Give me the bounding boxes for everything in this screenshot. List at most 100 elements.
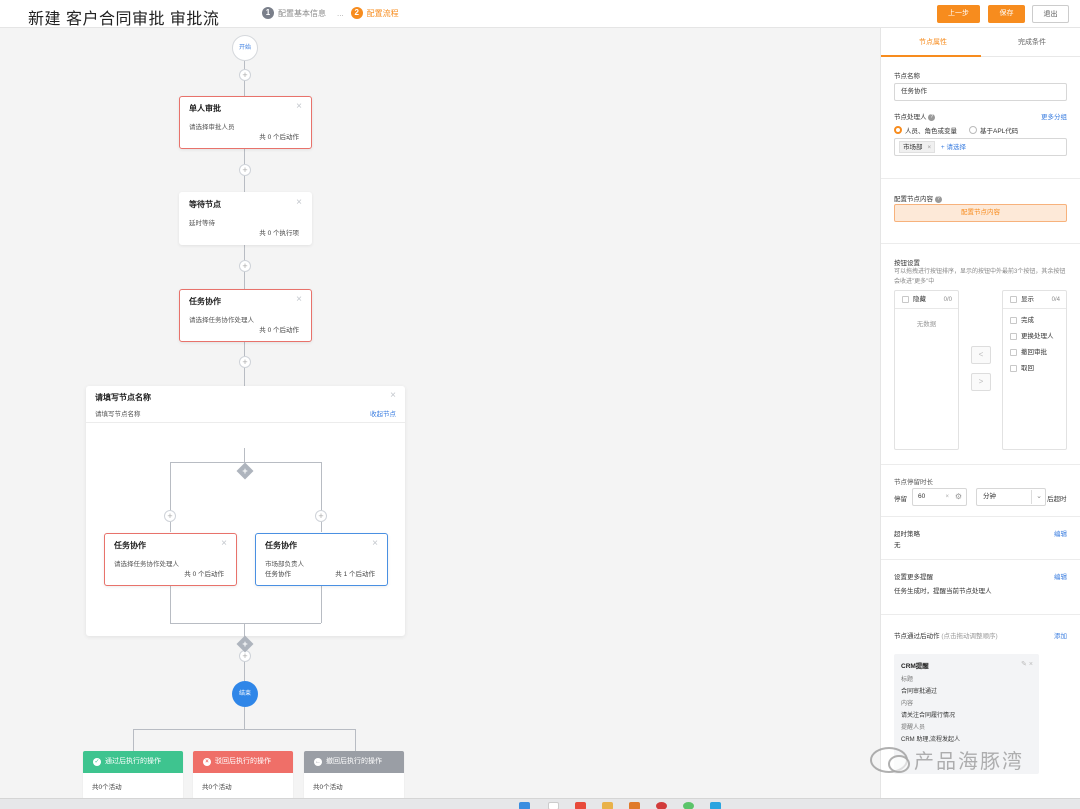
remind-label: 设置更多提醒 — [894, 574, 933, 581]
move-left-button[interactable]: < — [971, 346, 991, 364]
timeout-value: 无 — [894, 542, 901, 549]
wait-node[interactable]: 等待节点 延时等待 共 0 个执行项 × — [179, 192, 312, 245]
node-subtitle: 请选择任务协作处理人 — [114, 561, 179, 568]
checkbox-icon[interactable] — [1010, 364, 1017, 372]
timeout-label: 超时策略 — [894, 531, 920, 538]
checkbox-icon[interactable] — [1010, 348, 1017, 356]
add-node-plus-icon[interactable]: + — [164, 510, 176, 522]
close-icon[interactable]: × — [296, 294, 302, 305]
add-node-plus-icon[interactable]: + — [315, 510, 327, 522]
taskbar-app-icon[interactable] — [629, 802, 640, 809]
add-node-plus-icon[interactable]: + — [239, 69, 251, 81]
after-reject-actions[interactable]: × 驳回后执行的操作 共0个活动 — [193, 751, 293, 799]
folder-icon[interactable] — [602, 802, 613, 809]
edit-remind-link[interactable]: 编辑 — [1054, 571, 1067, 581]
add-node-plus-icon[interactable]: + — [239, 356, 251, 368]
taskbar-app-icon[interactable] — [683, 802, 694, 809]
edit-timeout-link[interactable]: 编辑 — [1054, 528, 1067, 538]
post-action-hint: (点击拖动调整顺序) — [941, 633, 998, 640]
check-icon: ✓ — [93, 758, 101, 766]
taskbar-app-icon[interactable] — [710, 802, 721, 809]
close-icon[interactable]: × — [296, 197, 302, 208]
checkbox-icon[interactable] — [1010, 295, 1017, 303]
collapse-node-link[interactable]: 收起节点 — [370, 408, 396, 418]
node-name-input[interactable]: 任务协作 — [894, 83, 1067, 101]
divider — [881, 464, 1080, 465]
help-icon[interactable]: ? — [928, 113, 936, 121]
clear-icon[interactable]: × — [945, 489, 949, 505]
radio-handler-apl[interactable]: 基于APL代码 — [969, 125, 1018, 135]
tab-node-properties[interactable]: 节点属性 — [919, 37, 947, 47]
post-card-title: CRM提醒 — [901, 663, 929, 670]
tab-completion-conditions[interactable]: 完成条件 — [1018, 37, 1046, 47]
save-button[interactable]: 保存 — [988, 5, 1025, 23]
connector-line — [321, 586, 322, 623]
after-approve-actions[interactable]: ✓ 通过后执行的操作 共0个活动 — [83, 751, 183, 799]
transfer-count: 0/4 — [1051, 297, 1060, 303]
start-node[interactable]: 开始 — [232, 35, 258, 61]
close-icon[interactable]: × — [1029, 661, 1033, 668]
connector-line — [170, 586, 171, 623]
checkbox-icon[interactable] — [1010, 332, 1017, 340]
move-right-button[interactable]: > — [971, 373, 991, 391]
node-action-count: 共 0 个后动作 — [259, 327, 299, 334]
after-withdraw-actions[interactable]: ← 撤回后执行的操作 共0个活动 — [304, 751, 404, 799]
approval-node-single[interactable]: 单人审批 请选择审批人员 共 0 个后动作 × — [179, 96, 312, 149]
transfer-item[interactable]: 完成 — [1003, 313, 1066, 329]
branch-add-plus-icon[interactable]: + — [239, 638, 251, 650]
branch-add-plus-icon[interactable]: + — [239, 465, 251, 477]
close-icon[interactable]: × — [221, 538, 227, 549]
handler-select[interactable]: 市场部 × + 请选择 — [894, 138, 1067, 156]
add-handler-link[interactable]: + 请选择 — [941, 144, 966, 151]
stay-duration-input[interactable]: 60 × ⚙ — [912, 488, 967, 506]
connector-line — [133, 729, 134, 751]
end-node[interactable]: 结束 — [232, 681, 258, 707]
flow-canvas[interactable]: 开始 + + + + + 单人审批 请选择审批人员 共 0 个后动作 × 等待节… — [0, 28, 878, 799]
help-icon[interactable]: ? — [934, 195, 942, 203]
stay-unit-select[interactable]: 分钟 ⌄ — [976, 488, 1046, 506]
content-label: 配置节点内容 — [894, 196, 933, 203]
radio-label: 基于APL代码 — [980, 128, 1019, 135]
add-node-plus-icon[interactable]: + — [239, 164, 251, 176]
transfer-item[interactable]: 更换处理人 — [1003, 329, 1066, 345]
taskbar-app-icon[interactable] — [575, 802, 586, 809]
add-post-action-link[interactable]: 添加 — [1054, 630, 1067, 640]
transfer-item[interactable]: 取回 — [1003, 361, 1066, 377]
exit-button[interactable]: 退出 — [1032, 5, 1069, 23]
close-icon[interactable]: × — [296, 101, 302, 112]
handler-tag-label: 市场部 — [903, 144, 923, 151]
close-icon[interactable]: × — [372, 538, 378, 549]
branch-subtitle: 请填写节点名称 — [95, 411, 141, 418]
more-groups-link[interactable]: 更多分组 — [1041, 111, 1067, 121]
node-title: 等待节点 — [189, 200, 221, 209]
gear-icon[interactable]: ⚙ — [955, 489, 962, 505]
step-2-label[interactable]: 配置流程 — [367, 8, 399, 19]
branch-left-task-node[interactable]: 任务协作 请选择任务协作处理人 共 0 个后动作 × — [104, 533, 237, 586]
step-1-label[interactable]: 配置基本信息 — [278, 8, 326, 19]
taskbar-app-icon[interactable] — [656, 802, 667, 809]
divider — [86, 422, 405, 423]
windows-start-icon[interactable] — [519, 802, 530, 809]
transfer-header: 显示 0/4 — [1003, 291, 1066, 309]
config-node-content-button[interactable]: 配置节点内容 — [894, 204, 1067, 222]
checkbox-icon[interactable] — [1010, 316, 1017, 324]
close-icon[interactable]: × — [390, 390, 396, 401]
shown-buttons-list[interactable]: 显示 0/4 完成 更换处理人 撤回审批 取回 — [1002, 290, 1067, 450]
radio-handler-person[interactable]: 人员、角色或变量 — [894, 125, 957, 135]
transfer-item[interactable]: 撤回审批 — [1003, 345, 1066, 361]
node-action-count: 共 0 个执行项 — [259, 230, 299, 237]
prev-step-button[interactable]: 上一步 — [937, 5, 980, 23]
node-properties-panel: 节点属性 完成条件 节点名称 任务协作 节点处理人 ? 更多分组 人员、角色或变… — [880, 28, 1080, 798]
stay-value: 60 — [918, 493, 926, 500]
checkbox-icon[interactable] — [902, 295, 909, 303]
add-node-plus-icon[interactable]: + — [239, 260, 251, 272]
parallel-branch-node[interactable]: 请填写节点名称 请填写节点名称 收起节点 × + + + 任务协作 请选择任务协… — [86, 386, 405, 653]
stay-duration-label: 节点停留时长 — [894, 479, 933, 486]
task-collab-node[interactable]: 任务协作 请选择任务协作处理人 共 0 个后动作 × — [179, 289, 312, 342]
edit-icon[interactable]: ✎ — [1021, 661, 1027, 668]
hidden-buttons-list[interactable]: 隐藏 0/0 无数据 — [894, 290, 959, 450]
stay-prefix: 停留 — [894, 496, 907, 503]
taskbar-app-icon[interactable] — [548, 802, 559, 809]
tag-close-icon[interactable]: × — [927, 144, 931, 151]
branch-right-task-node[interactable]: 任务协作 市场部负责人 任务协作 共 1 个后动作 × — [255, 533, 388, 586]
